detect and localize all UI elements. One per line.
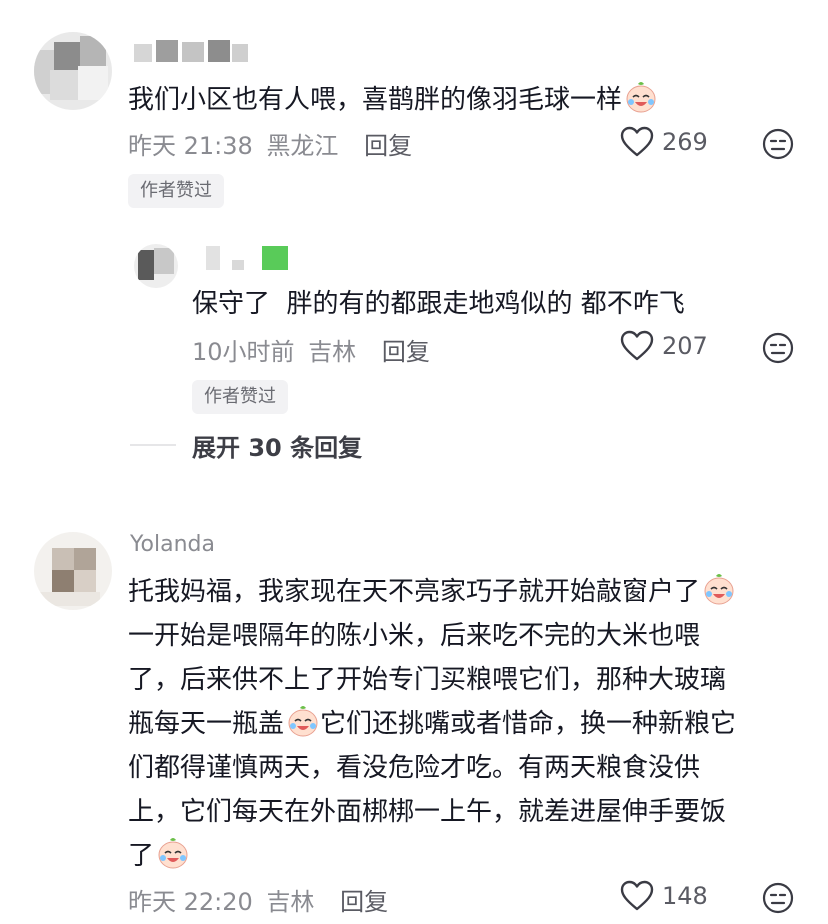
expand-replies-button[interactable]: 展开 30 条回复	[192, 428, 362, 463]
avatar[interactable]	[134, 244, 178, 288]
reply-location: 吉林	[308, 338, 357, 366]
like-count: 148	[662, 882, 708, 910]
like-count: 207	[662, 332, 708, 360]
author-liked-badge: 作者赞过	[128, 174, 224, 208]
username-blurred[interactable]	[196, 246, 292, 272]
reply-button[interactable]: 回复	[340, 888, 388, 916]
comment-meta: 昨天 21:38 黑龙江 回复	[128, 126, 412, 161]
dislike-face-icon[interactable]	[762, 882, 794, 914]
avatar[interactable]	[34, 532, 112, 610]
like-count: 269	[662, 128, 708, 156]
comment-line: 瓶每天一瓶盖	[128, 709, 285, 739]
like-button[interactable]: 207	[620, 330, 708, 362]
comment-location: 黑龙江	[266, 132, 339, 160]
reply-text: 保守了 胖的有的都跟走地鸡似的 都不咋飞	[192, 289, 685, 319]
dislike-face-icon[interactable]	[762, 128, 794, 160]
reply-button[interactable]: 回复	[382, 338, 430, 366]
comment-line: 了，后来供不上了开始专门买粮喂它们，那种大玻璃	[128, 665, 727, 695]
dislike-face-icon[interactable]	[762, 332, 794, 364]
comment-line: 们都得谨慎两天，看没危险才吃。有两天粮食没供	[128, 753, 701, 783]
comment-time: 昨天 22:20	[128, 888, 253, 916]
like-button[interactable]: 148	[620, 880, 708, 912]
comment-line: 了	[128, 841, 155, 871]
reply-time: 10小时前	[192, 338, 295, 366]
crying-laughing-face-icon	[704, 574, 734, 605]
comment-body: 我们小区也有人喂，喜鹊胖的像羽毛球一样	[128, 85, 623, 115]
heart-icon	[620, 330, 654, 361]
comment-location: 吉林	[266, 888, 315, 916]
crying-laughing-face-icon	[288, 706, 318, 737]
heart-icon	[620, 880, 654, 911]
comment-line: 托我妈福，我家现在天不亮家巧子就开始敲窗户了	[128, 577, 701, 607]
like-button[interactable]: 269	[620, 126, 708, 158]
comment-text: 我们小区也有人喂，喜鹊胖的像羽毛球一样	[128, 78, 658, 122]
reply-meta: 10小时前 吉林 回复	[192, 332, 430, 367]
divider	[130, 444, 176, 446]
username-text: Yolanda	[130, 532, 215, 554]
avatar[interactable]	[34, 32, 112, 110]
username[interactable]: Yolanda	[130, 526, 240, 554]
comment-line: 它们还挑嘴或者惜命，换一种新粮它	[320, 709, 737, 739]
comment-meta: 昨天 22:20 吉林 回复	[128, 882, 388, 917]
username-blurred[interactable]	[134, 40, 249, 64]
comment-time: 昨天 21:38	[128, 132, 253, 160]
reply-button[interactable]: 回复	[364, 132, 412, 160]
crying-laughing-face-icon	[158, 838, 188, 869]
heart-icon	[620, 126, 654, 157]
comment-text: 托我妈福，我家现在天不亮家巧子就开始敲窗户了 一开始是喂隔年的陈小米，后来吃不完…	[128, 570, 808, 878]
author-liked-badge: 作者赞过	[192, 380, 288, 414]
crying-laughing-face-icon	[626, 82, 656, 113]
comment-line: 上，它们每天在外面梆梆一上午，就差进屋伸手要饭	[128, 797, 727, 827]
comment-line: 一开始是喂隔年的陈小米，后来吃不完的大米也喂	[128, 621, 701, 651]
